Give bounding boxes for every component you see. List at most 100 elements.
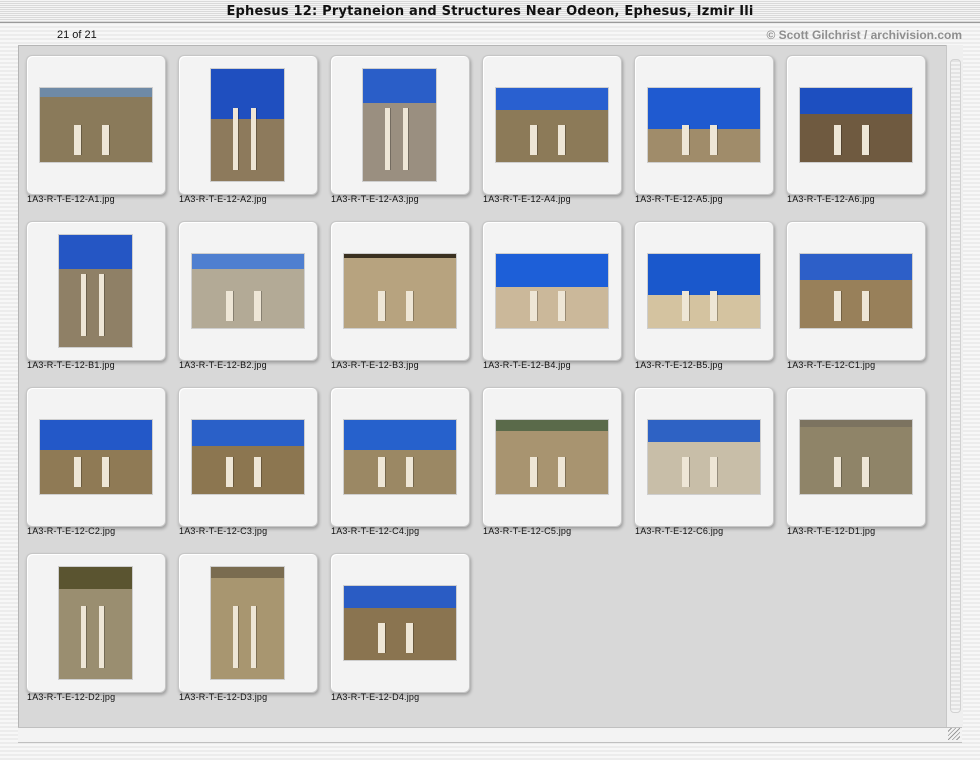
thumbnail-item[interactable]: 1A3-R-T-E-12-B5.jpg: [627, 212, 774, 378]
thumbnail-item[interactable]: 1A3-R-T-E-12-A3.jpg: [323, 46, 470, 212]
slide-frame[interactable]: [178, 221, 318, 361]
thumbnail-item[interactable]: 1A3-R-T-E-12-B3.jpg: [323, 212, 470, 378]
photo-thumbnail[interactable]: [800, 254, 912, 328]
thumbnail-filename: 1A3-R-T-E-12-B5.jpg: [635, 360, 723, 370]
thumbnail-filename: 1A3-R-T-E-12-D4.jpg: [331, 692, 420, 702]
slide-frame[interactable]: [634, 55, 774, 195]
photo-thumbnail[interactable]: [648, 88, 760, 162]
thumbnail-filename: 1A3-R-T-E-12-A5.jpg: [635, 194, 723, 204]
photo-thumbnail[interactable]: [211, 567, 284, 679]
thumbnail-item[interactable]: 1A3-R-T-E-12-C1.jpg: [779, 212, 926, 378]
ruin-column-mark: [403, 108, 409, 170]
photo-thumbnail[interactable]: [648, 420, 760, 494]
thumbnail-item[interactable]: 1A3-R-T-E-12-D3.jpg: [171, 544, 318, 710]
ruin-column-mark: [529, 125, 538, 155]
thumbnail-filename: 1A3-R-T-E-12-B4.jpg: [483, 360, 571, 370]
thumbnail-filename: 1A3-R-T-E-12-A4.jpg: [483, 194, 571, 204]
thumbnail-item[interactable]: 1A3-R-T-E-12-D4.jpg: [323, 544, 470, 710]
ruin-column-mark: [681, 125, 690, 155]
thumbnail-item[interactable]: 1A3-R-T-E-12-A4.jpg: [475, 46, 622, 212]
slide-frame[interactable]: [786, 55, 926, 195]
photo-thumbnail[interactable]: [40, 88, 152, 162]
thumbnail-filename: 1A3-R-T-E-12-A3.jpg: [331, 194, 419, 204]
photo-thumbnail[interactable]: [59, 567, 132, 679]
ruin-column-mark: [833, 291, 842, 321]
thumbnail-item[interactable]: 1A3-R-T-E-12-C4.jpg: [323, 378, 470, 544]
slide-frame[interactable]: [330, 221, 470, 361]
photo-thumbnail[interactable]: [192, 254, 304, 328]
ruin-column-mark: [405, 291, 414, 321]
thumbnail-item[interactable]: 1A3-R-T-E-12-B2.jpg: [171, 212, 318, 378]
ruin-column-mark: [251, 108, 257, 170]
photo-thumbnail[interactable]: [59, 235, 132, 347]
slide-frame[interactable]: [26, 55, 166, 195]
photo-thumbnail[interactable]: [363, 69, 436, 181]
photo-thumbnail[interactable]: [800, 88, 912, 162]
slide-frame[interactable]: [178, 553, 318, 693]
ruin-column-mark: [232, 606, 238, 668]
slide-frame[interactable]: [482, 387, 622, 527]
ruin-column-mark: [384, 108, 390, 170]
thumbnail-filename: 1A3-R-T-E-12-C4.jpg: [331, 526, 420, 536]
photo-thumbnail[interactable]: [800, 420, 912, 494]
slide-frame[interactable]: [482, 55, 622, 195]
photo-thumbnail[interactable]: [496, 254, 608, 328]
slide-frame[interactable]: [26, 553, 166, 693]
slide-frame[interactable]: [634, 221, 774, 361]
slide-frame[interactable]: [178, 55, 318, 195]
ruin-column-mark: [101, 457, 110, 487]
ruin-column-mark: [73, 125, 82, 155]
ruin-column-mark: [709, 291, 718, 321]
photo-thumbnail[interactable]: [344, 586, 456, 660]
ruin-column-mark: [405, 457, 414, 487]
slide-frame[interactable]: [786, 387, 926, 527]
ruin-column-mark: [861, 457, 870, 487]
photo-thumbnail[interactable]: [192, 420, 304, 494]
slide-frame[interactable]: [786, 221, 926, 361]
slide-frame[interactable]: [178, 387, 318, 527]
slide-frame[interactable]: [330, 55, 470, 195]
slide-frame[interactable]: [634, 387, 774, 527]
thumbnail-item[interactable]: 1A3-R-T-E-12-C6.jpg: [627, 378, 774, 544]
ruin-column-mark: [861, 291, 870, 321]
thumbnail-item[interactable]: 1A3-R-T-E-12-C5.jpg: [475, 378, 622, 544]
photo-thumbnail[interactable]: [496, 88, 608, 162]
ruin-column-mark: [253, 457, 262, 487]
thumbnail-item[interactable]: 1A3-R-T-E-12-D1.jpg: [779, 378, 926, 544]
thumbnail-item[interactable]: 1A3-R-T-E-12-C3.jpg: [171, 378, 318, 544]
thumbnail-filename: 1A3-R-T-E-12-D3.jpg: [179, 692, 268, 702]
slide-frame[interactable]: [330, 553, 470, 693]
slide-frame[interactable]: [330, 387, 470, 527]
horizontal-scrollbar[interactable]: [18, 727, 962, 743]
thumbnail-item[interactable]: 1A3-R-T-E-12-A1.jpg: [19, 46, 166, 212]
ruin-column-mark: [80, 606, 86, 668]
resize-grip-icon[interactable]: [948, 728, 960, 740]
slide-frame[interactable]: [482, 221, 622, 361]
ruin-column-mark: [529, 457, 538, 487]
ruin-column-mark: [253, 291, 262, 321]
thumbnail-item[interactable]: 1A3-R-T-E-12-D2.jpg: [19, 544, 166, 710]
photo-thumbnail[interactable]: [211, 69, 284, 181]
scroll-track[interactable]: [950, 59, 961, 713]
window-titlebar[interactable]: Ephesus 12: Prytaneion and Structures Ne…: [0, 0, 980, 23]
thumbnail-filename: 1A3-R-T-E-12-C5.jpg: [483, 526, 572, 536]
photo-thumbnail[interactable]: [496, 420, 608, 494]
slide-frame[interactable]: [26, 387, 166, 527]
thumbnail-item[interactable]: 1A3-R-T-E-12-B1.jpg: [19, 212, 166, 378]
thumbnail-item[interactable]: 1A3-R-T-E-12-C2.jpg: [19, 378, 166, 544]
photo-thumbnail[interactable]: [648, 254, 760, 328]
thumbnail-item[interactable]: 1A3-R-T-E-12-A5.jpg: [627, 46, 774, 212]
thumbnail-item[interactable]: 1A3-R-T-E-12-A2.jpg: [171, 46, 318, 212]
photo-thumbnail[interactable]: [344, 254, 456, 328]
photo-thumbnail[interactable]: [344, 420, 456, 494]
ruin-column-mark: [99, 606, 105, 668]
thumbnail-filename: 1A3-R-T-E-12-B2.jpg: [179, 360, 267, 370]
vertical-scrollbar[interactable]: [946, 45, 963, 727]
slide-frame[interactable]: [26, 221, 166, 361]
thumbnail-filename: 1A3-R-T-E-12-D1.jpg: [787, 526, 876, 536]
photo-thumbnail[interactable]: [40, 420, 152, 494]
ruin-column-mark: [99, 274, 105, 336]
thumbnail-item[interactable]: 1A3-R-T-E-12-A6.jpg: [779, 46, 926, 212]
thumbnail-item[interactable]: 1A3-R-T-E-12-B4.jpg: [475, 212, 622, 378]
ruin-column-mark: [709, 125, 718, 155]
